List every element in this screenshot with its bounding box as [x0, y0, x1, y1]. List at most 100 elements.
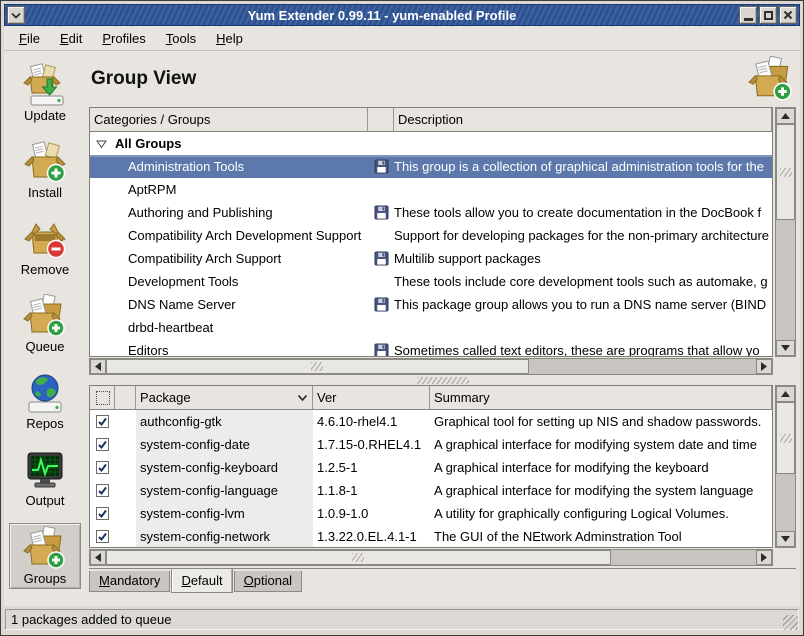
scroll-down-arrow[interactable]: [776, 340, 795, 356]
menu-profiles[interactable]: Profiles: [93, 28, 154, 49]
package-row-system-config-lvm[interactable]: system-config-lvm 1.0.9-1.0 A utility fo…: [90, 502, 772, 525]
sidebar-item-install[interactable]: Install: [9, 138, 81, 202]
menu-help[interactable]: Help: [207, 28, 252, 49]
group-row-compat-arch-support[interactable]: Compatibility Arch Support Multilib supp…: [90, 247, 772, 270]
scroll-thumb[interactable]: [106, 359, 529, 374]
sidebar-item-label: Repos: [9, 416, 81, 431]
package-row-system-config-language[interactable]: system-config-language 1.1.8-1 A graphic…: [90, 479, 772, 502]
group-row-editors[interactable]: Editors Sometimes called text editors, t…: [90, 339, 772, 356]
thumb-grip: [780, 168, 792, 177]
groups-horizontal-scrollbar[interactable]: [89, 358, 773, 375]
close-icon: [783, 10, 793, 20]
package-checkbox-checked[interactable]: [96, 484, 109, 497]
scroll-right-arrow[interactable]: [756, 359, 772, 374]
queue-box-icon: [23, 294, 67, 338]
output-monitor-icon: [23, 448, 67, 492]
package-row-system-config-keyboard[interactable]: system-config-keyboard 1.2.5-1 A graphic…: [90, 456, 772, 479]
package-type-tabs: Mandatory Default Optional: [89, 568, 796, 595]
repos-globe-icon: [23, 371, 67, 415]
groups-box-icon: [748, 56, 794, 102]
thumb-grip: [780, 434, 792, 443]
sidebar: Update Install: [4, 51, 86, 606]
groups-vertical-scrollbar[interactable]: [775, 107, 796, 357]
group-row-compat-arch-dev-support[interactable]: Compatibility Arch Development Support S…: [90, 224, 772, 247]
sidebar-item-label: Install: [9, 185, 81, 200]
floppy-disk-icon: [374, 205, 389, 220]
tab-default[interactable]: Default: [171, 569, 232, 593]
sidebar-item-remove[interactable]: Remove: [9, 215, 81, 279]
scroll-thumb[interactable]: [776, 402, 795, 474]
package-row-system-config-network[interactable]: system-config-network 1.3.22.0.EL.4.1-1 …: [90, 525, 772, 547]
floppy-disk-icon: [374, 251, 389, 266]
group-row-administration-tools[interactable]: Administration Tools This group is a col…: [90, 155, 772, 178]
tab-mandatory[interactable]: Mandatory: [89, 571, 170, 592]
sidebar-item-label: Output: [9, 493, 81, 508]
package-checkbox-checked[interactable]: [96, 438, 109, 451]
maximize-button[interactable]: [759, 6, 777, 24]
column-header-package[interactable]: Package: [136, 386, 313, 410]
pane-splitter-handle[interactable]: [89, 375, 796, 385]
tab-optional[interactable]: Optional: [234, 571, 302, 592]
scroll-left-arrow[interactable]: [90, 550, 106, 565]
package-checkbox-checked[interactable]: [96, 415, 109, 428]
group-row-aptrpm[interactable]: AptRPM: [90, 178, 772, 201]
window-title: Yum Extender 0.99.11 - yum-enabled Profi…: [25, 8, 739, 23]
sidebar-item-groups[interactable]: Groups: [9, 523, 81, 589]
package-checkbox-checked[interactable]: [96, 461, 109, 474]
package-row-system-config-date[interactable]: system-config-date 1.7.15-0.RHEL4.1 A gr…: [90, 433, 772, 456]
sidebar-item-update[interactable]: Update: [9, 61, 81, 125]
minimize-button[interactable]: [739, 6, 757, 24]
scroll-thumb[interactable]: [776, 124, 795, 220]
package-row-authconfig-gtk[interactable]: authconfig-gtk 4.6.10-rhel4.1 Graphical …: [90, 410, 772, 433]
menu-tools[interactable]: Tools: [157, 28, 205, 49]
column-header-icon[interactable]: [115, 386, 136, 410]
group-view-panel: Group View Categor: [86, 51, 800, 606]
column-header-checkbox[interactable]: [90, 386, 115, 410]
floppy-disk-icon: [374, 343, 389, 356]
minimize-icon: [744, 18, 753, 21]
menubar: File Edit Profiles Tools Help: [4, 26, 800, 51]
group-row-drbd-heartbeat[interactable]: drbd-heartbeat: [90, 316, 772, 339]
group-row-all-groups[interactable]: All Groups: [90, 132, 772, 155]
sidebar-item-queue[interactable]: Queue: [9, 292, 81, 356]
floppy-disk-icon: [374, 297, 389, 312]
floppy-disk-icon: [374, 159, 389, 174]
sidebar-item-output[interactable]: Output: [9, 446, 81, 510]
scroll-thumb[interactable]: [106, 550, 611, 565]
scroll-up-arrow[interactable]: [776, 108, 795, 124]
scroll-left-arrow[interactable]: [90, 359, 106, 374]
titlebar[interactable]: Yum Extender 0.99.11 - yum-enabled Profi…: [4, 4, 800, 26]
packages-vertical-scrollbar[interactable]: [775, 385, 796, 548]
sidebar-item-label: Queue: [9, 339, 81, 354]
expander-open-icon[interactable]: [96, 139, 107, 149]
window-menu-icon: [11, 12, 21, 19]
scroll-right-arrow[interactable]: [756, 550, 772, 565]
app-window: Yum Extender 0.99.11 - yum-enabled Profi…: [0, 0, 804, 636]
column-header-summary[interactable]: Summary: [430, 386, 772, 410]
statusbar: 1 packages added to queue: [4, 606, 800, 632]
group-row-authoring-and-publishing[interactable]: Authoring and Publishing These tools all…: [90, 201, 772, 224]
status-message: 1 packages added to queue: [5, 609, 799, 630]
column-header-description[interactable]: Description: [394, 108, 772, 132]
group-row-dns-name-server[interactable]: DNS Name Server This package group allow…: [90, 293, 772, 316]
package-checkbox-checked[interactable]: [96, 507, 109, 520]
thumb-grip: [311, 362, 323, 371]
column-header-icon[interactable]: [368, 108, 394, 132]
scroll-down-arrow[interactable]: [776, 531, 795, 547]
menu-edit[interactable]: Edit: [51, 28, 91, 49]
resize-grip[interactable]: [783, 615, 798, 630]
package-checkbox-checked[interactable]: [96, 530, 109, 543]
close-button[interactable]: [779, 6, 797, 24]
column-header-categories-groups[interactable]: Categories / Groups: [90, 108, 368, 132]
menu-file[interactable]: File: [10, 28, 49, 49]
window-menu-button[interactable]: [7, 6, 25, 24]
column-header-ver[interactable]: Ver: [313, 386, 430, 410]
sidebar-item-label: Update: [9, 108, 81, 123]
sidebar-item-repos[interactable]: Repos: [9, 369, 81, 433]
scroll-up-arrow[interactable]: [776, 386, 795, 402]
packages-horizontal-scrollbar[interactable]: [89, 549, 773, 566]
group-row-development-tools[interactable]: Development Tools These tools include co…: [90, 270, 772, 293]
thumb-grip: [352, 553, 364, 562]
update-box-icon: [23, 63, 67, 107]
sidebar-item-label: Remove: [9, 262, 81, 277]
